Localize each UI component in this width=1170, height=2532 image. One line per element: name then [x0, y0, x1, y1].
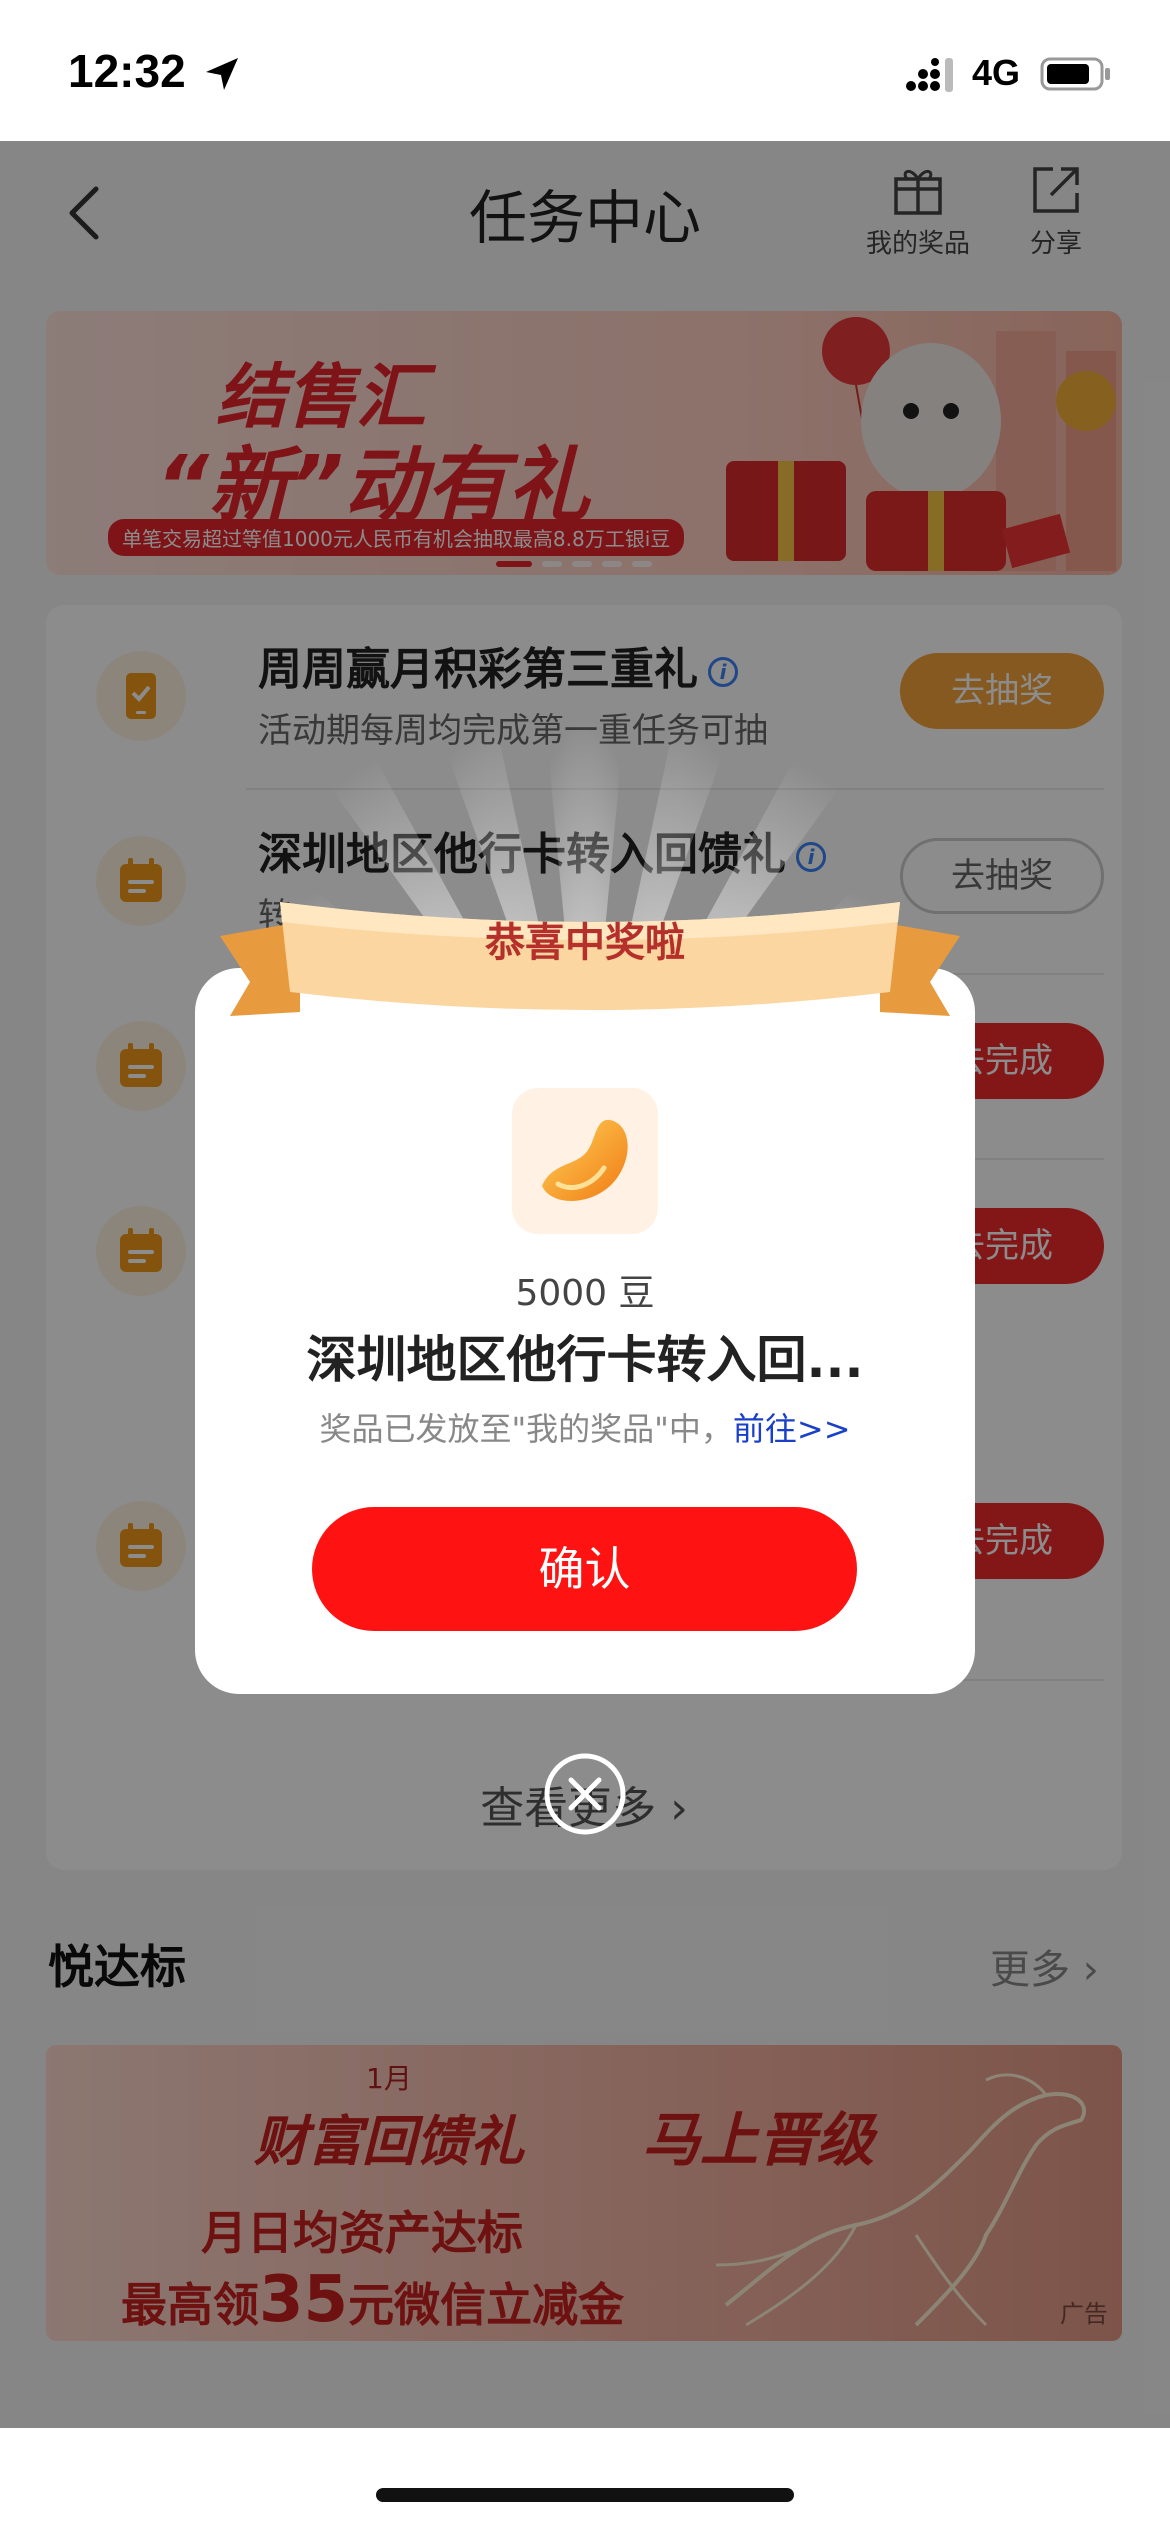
home-indicator[interactable]: [376, 2488, 794, 2502]
confirm-button[interactable]: 确认: [312, 1507, 857, 1631]
prize-name: 深圳地区他行卡转入回...: [306, 1331, 864, 1389]
signal-icon: [906, 58, 953, 92]
prize-amount: 5000 豆: [515, 1273, 655, 1314]
location-arrow-icon: [206, 58, 238, 90]
home-indicator-area: [0, 2428, 1170, 2532]
prize-note-text: 奖品已发放至"我的奖品"中，: [319, 1410, 733, 1448]
close-circle-icon[interactable]: [543, 1752, 627, 1836]
status-bar: 12:32 4G: [0, 0, 1170, 141]
status-time: 12:32: [68, 45, 186, 97]
ribbon-title: 恭喜中奖啦: [485, 920, 685, 966]
battery-icon: [1040, 57, 1110, 91]
bean-icon: [542, 1119, 628, 1201]
goto-prizes-link[interactable]: 前往>>: [733, 1410, 851, 1448]
prize-icon-wrap: [512, 1088, 658, 1234]
network-type: 4G: [972, 52, 1021, 93]
prize-note: 奖品已发放至"我的奖品"中，前往>>: [195, 1404, 975, 1450]
